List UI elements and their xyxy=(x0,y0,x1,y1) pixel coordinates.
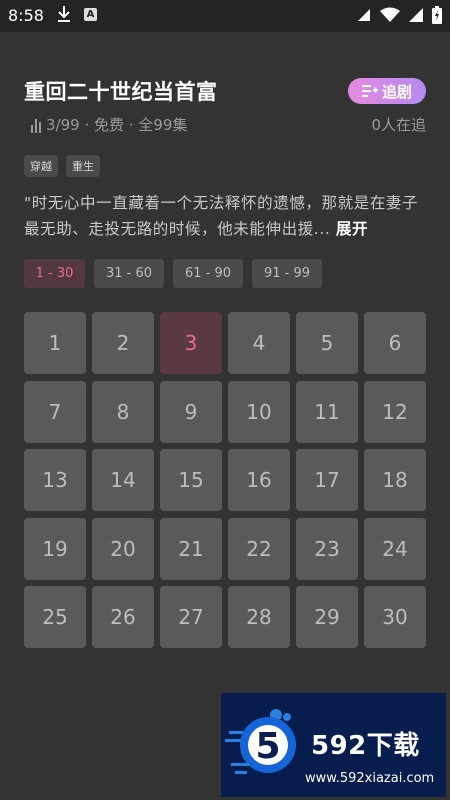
tag-list: 穿越 重生 xyxy=(24,155,100,177)
episode-button[interactable]: 18 xyxy=(364,449,426,511)
episode-button[interactable]: 10 xyxy=(228,380,290,443)
episode-button[interactable]: 6 xyxy=(364,312,426,374)
drama-meta: 3/99 · 免费 · 全99集 xyxy=(30,114,187,135)
signal-dot-icon xyxy=(358,9,370,21)
range-tab-1-30[interactable]: 1 - 30 xyxy=(24,259,85,288)
follow-label: 追剧 xyxy=(381,82,412,101)
online-count: 0人在追 xyxy=(371,116,426,134)
range-tab-31-60[interactable]: 31 - 60 xyxy=(94,259,164,288)
battery-icon xyxy=(432,6,442,24)
expand-button[interactable]: 展开 xyxy=(336,220,368,238)
follow-button[interactable]: 追剧 xyxy=(348,78,426,104)
episode-button[interactable]: 5 xyxy=(296,312,358,374)
episode-button[interactable]: 8 xyxy=(92,380,154,443)
episode-button[interactable]: 14 xyxy=(92,449,154,511)
logo-digit: 5 xyxy=(255,726,280,767)
synopsis: "时无心中一直藏着一个无法释怀的遗憾，那就是在妻子最无助、走投无路的时候，他未能… xyxy=(24,190,428,242)
episode-button[interactable]: 1 xyxy=(24,312,86,374)
episode-button[interactable]: 22 xyxy=(228,517,290,580)
playlist-add-icon xyxy=(361,85,378,97)
episode-button[interactable]: 4 xyxy=(228,312,290,374)
episode-button[interactable]: 27 xyxy=(160,586,222,648)
download-icon xyxy=(58,6,70,22)
episode-button[interactable]: 11 xyxy=(296,380,358,443)
episode-button[interactable]: 3 xyxy=(160,312,222,374)
episode-button[interactable]: 2 xyxy=(92,312,154,374)
episode-range-tabs: 1 - 30 31 - 60 61 - 90 91 - 99 xyxy=(24,259,322,288)
range-tab-61-90[interactable]: 61 - 90 xyxy=(173,259,243,288)
drama-title: 重回二十世纪当首富 xyxy=(24,80,218,104)
episode-button[interactable]: 20 xyxy=(92,517,154,580)
episode-grid: 1 2 3 4 5 6 7 8 9 10 11 12 13 14 15 16 17 18 19 20 21 22 23 24 2… xyxy=(24,312,426,648)
watermark-url: www.592xiazai.com xyxy=(305,771,435,786)
episode-button[interactable]: 7 xyxy=(24,380,86,443)
app-notification-icon: A xyxy=(84,8,97,21)
cellular-icon xyxy=(409,8,423,22)
tag[interactable]: 重生 xyxy=(66,155,100,177)
episode-button[interactable]: 16 xyxy=(228,449,290,511)
status-time: 8:58 xyxy=(8,6,44,25)
range-tab-91-99[interactable]: 91 - 99 xyxy=(252,259,322,288)
episode-button[interactable]: 30 xyxy=(364,586,426,648)
episode-button[interactable]: 23 xyxy=(296,517,358,580)
episode-button[interactable]: 17 xyxy=(296,449,358,511)
episode-button[interactable]: 9 xyxy=(160,380,222,443)
watermark: 5 592下载 www.592xiazai.com xyxy=(221,693,446,797)
hot-bars-icon xyxy=(31,118,41,133)
meta-text: 3/99 · 免费 · 全99集 xyxy=(46,116,188,134)
592-logo-icon: 5 xyxy=(225,709,296,774)
episode-button[interactable]: 15 xyxy=(160,449,222,511)
wifi-icon xyxy=(380,7,400,22)
episode-button[interactable]: 21 xyxy=(160,517,222,580)
episode-button[interactable]: 25 xyxy=(24,586,86,648)
status-bar: 8:58 A xyxy=(0,0,450,32)
episode-button[interactable]: 26 xyxy=(92,586,154,648)
episode-button[interactable]: 19 xyxy=(24,517,86,580)
episode-button[interactable]: 13 xyxy=(24,449,86,511)
episode-button[interactable]: 29 xyxy=(296,586,358,648)
episode-button[interactable]: 28 xyxy=(228,586,290,648)
episode-button[interactable]: 12 xyxy=(364,380,426,443)
tag[interactable]: 穿越 xyxy=(24,155,58,177)
episode-button[interactable]: 24 xyxy=(364,517,426,580)
watermark-brand: 592下载 xyxy=(311,731,420,761)
